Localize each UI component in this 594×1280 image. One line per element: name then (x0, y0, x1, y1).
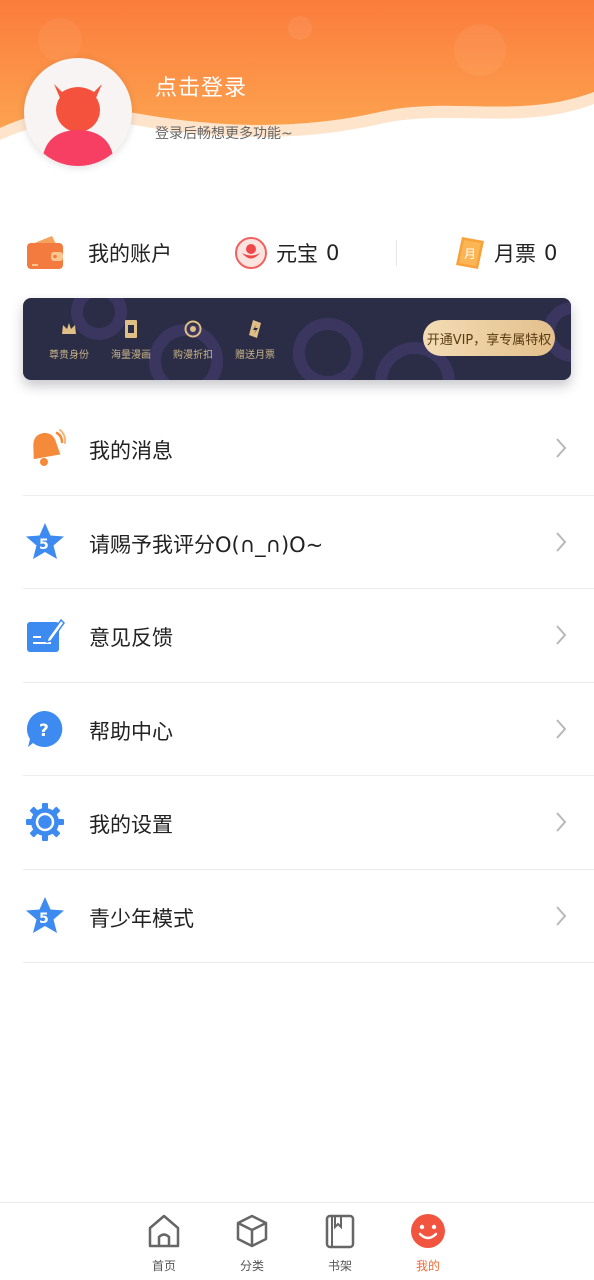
help-question-icon: ? (26, 710, 63, 747)
cube-icon (236, 1214, 268, 1248)
chevron-right-icon (556, 905, 567, 926)
menu-item-label: 青少年模式 (89, 906, 194, 931)
menu-item-feedback[interactable]: 意见反馈 (23, 589, 594, 683)
vip-feature-label: 购漫折扣 (173, 350, 213, 361)
yuepiao-button[interactable]: 月 月票 0 (452, 226, 557, 280)
bell-icon (33, 429, 66, 466)
chevron-right-icon (556, 718, 567, 739)
vip-feature-comics: 海量漫画 (99, 318, 163, 361)
open-vip-button[interactable]: 开通VIP，享专属特权 (423, 320, 555, 356)
home-icon (148, 1214, 180, 1248)
yuepiao-value: 0 (544, 241, 558, 265)
menu-item-rate[interactable]: 5 请赐予我评分O(∩_∩)O~ (23, 496, 594, 589)
smiley-icon (411, 1214, 445, 1248)
bookshelf-icon (325, 1214, 355, 1249)
vip-banner[interactable]: 尊贵身份 海量漫画 购漫折扣 赠送月票 开通VIP，享专属特权 (23, 298, 571, 380)
wallet-icon (27, 236, 63, 269)
menu-item-label: 请赐予我评分O(∩_∩)O~ (89, 532, 324, 557)
menu-item-label: 意见反馈 (89, 626, 173, 650)
my-account-label: 我的账户 (88, 242, 172, 266)
chevron-right-icon (556, 812, 567, 832)
tab-label: 首页 (151, 1259, 176, 1273)
star-rating-icon: 5 (26, 522, 64, 559)
vip-feature-ticket: 赠送月票 (223, 318, 287, 361)
tab-mine[interactable]: 我的 (398, 1211, 458, 1274)
svg-text:5: 5 (39, 537, 49, 553)
yuanbao-value: 0 (326, 241, 340, 265)
login-title[interactable]: 点击登录 (155, 70, 247, 102)
settings-menu: 我的消息 5 请赐予我评分O(∩_∩)O~ 意见反馈 ? 帮助中心 我的设置 5… (0, 402, 594, 963)
tab-home[interactable]: 首页 (134, 1211, 194, 1274)
monthly-ticket-icon: 月 (456, 237, 484, 269)
star-rating-icon: 5 (26, 896, 64, 933)
vip-feature-discount: 购漫折扣 (161, 318, 225, 361)
my-account-button[interactable]: 我的账户 (24, 226, 172, 280)
menu-item-settings[interactable]: 我的设置 (23, 776, 594, 870)
menu-item-messages[interactable]: 我的消息 (23, 402, 594, 496)
vip-feature-label: 尊贵身份 (49, 350, 89, 361)
crown-icon (62, 323, 76, 334)
profile-header: 点击登录 登录后畅想更多功能~ (0, 0, 594, 190)
tab-bookshelf[interactable]: 书架 (310, 1211, 370, 1274)
vip-feature-label: 赠送月票 (235, 350, 275, 361)
tab-label: 我的 (415, 1259, 440, 1273)
decor-ring (293, 318, 363, 380)
lightning-ticket-icon (249, 320, 261, 338)
menu-item-label: 我的设置 (89, 813, 173, 837)
account-row: 我的账户 元宝 0 月 月票 0 (0, 226, 594, 280)
default-user-icon (42, 84, 114, 166)
account-divider (396, 240, 397, 266)
coin-icon (184, 320, 202, 338)
login-subtitle: 登录后畅想更多功能~ (155, 126, 293, 142)
vip-feature-identity: 尊贵身份 (37, 318, 101, 361)
avatar[interactable] (24, 58, 132, 166)
menu-item-label: 我的消息 (89, 439, 173, 463)
svg-text:5: 5 (39, 911, 49, 927)
svg-text:月: 月 (464, 247, 476, 261)
yuanbao-label: 元宝 (276, 242, 318, 266)
settings-gear-icon (26, 803, 64, 841)
chevron-right-icon (556, 531, 567, 552)
comic-book-icon (125, 320, 137, 338)
menu-item-help[interactable]: ? 帮助中心 (23, 683, 594, 776)
yuanbao-button[interactable]: 元宝 0 (234, 226, 339, 280)
tab-label: 分类 (239, 1259, 264, 1273)
menu-item-label: 帮助中心 (89, 719, 173, 744)
feedback-edit-icon (27, 618, 65, 652)
chevron-right-icon (556, 625, 567, 645)
yuanbao-icon (235, 237, 267, 269)
bottom-tab-bar: 首页 分类 书架 我的 (0, 1202, 594, 1280)
svg-text:?: ? (39, 721, 49, 741)
tab-label: 书架 (327, 1259, 352, 1273)
chevron-right-icon (556, 438, 567, 458)
menu-item-teen-mode[interactable]: 5 青少年模式 (23, 870, 594, 963)
yuepiao-label: 月票 (494, 242, 536, 266)
tab-category[interactable]: 分类 (222, 1211, 282, 1274)
vip-feature-label: 海量漫画 (111, 350, 151, 361)
